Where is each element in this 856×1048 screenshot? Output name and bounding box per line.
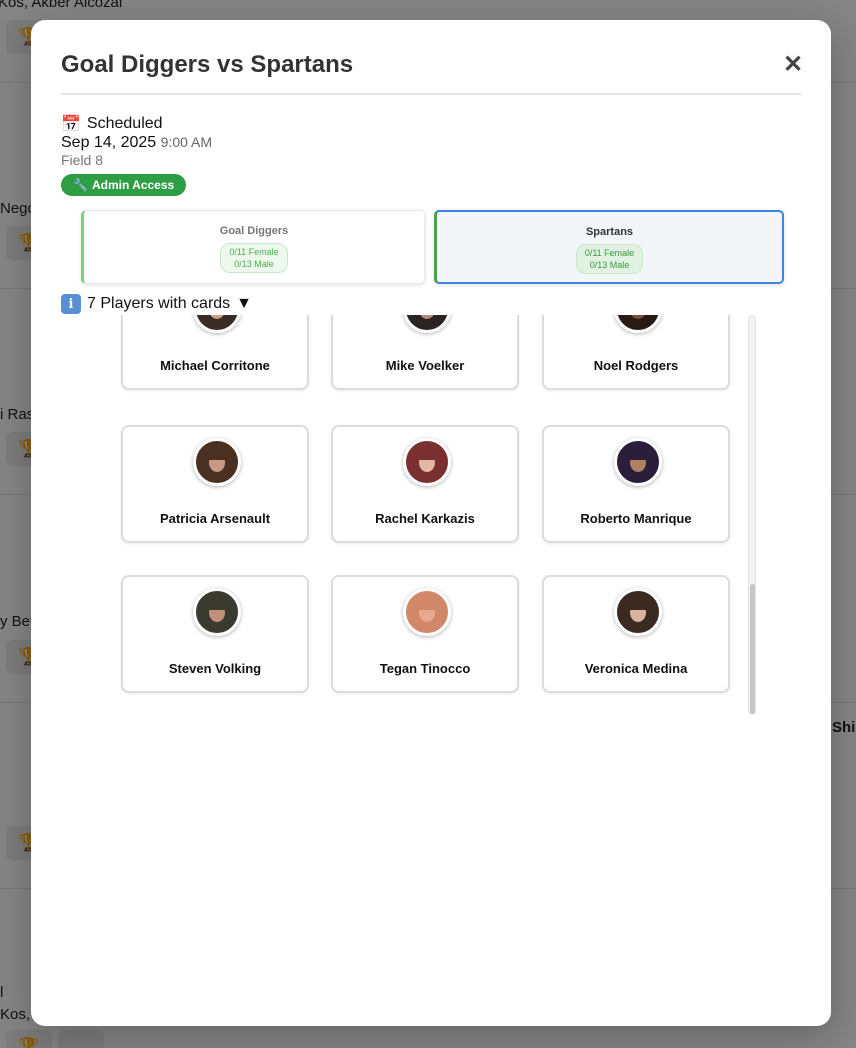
player-name: Steven Volking — [168, 661, 262, 676]
admin-access-badge[interactable]: 🔧 Admin Access — [61, 174, 187, 196]
player-name: Veronica Medina — [584, 661, 688, 676]
player-name: Patricia Arsenault — [159, 511, 271, 526]
player-name: Roberto Manrique — [580, 511, 692, 526]
team-tab-goal-diggers[interactable]: Goal Diggers 0/11 Female 0/13 Male — [81, 210, 425, 284]
match-status: 📅 Scheduled — [61, 114, 163, 134]
wrench-icon: 🔧 — [73, 178, 88, 192]
close-icon[interactable]: ✕ — [783, 53, 803, 77]
female-count: 0/11 Female — [584, 248, 635, 258]
avatar — [193, 315, 241, 333]
team-gender-counts: 0/11 Female 0/13 Male — [575, 244, 644, 274]
match-time: 9:00 AM — [160, 134, 213, 150]
avatar — [614, 588, 662, 636]
player-card[interactable]: Rachel Karkazis — [331, 425, 519, 543]
avatar — [403, 588, 451, 636]
match-field: Field 8 — [61, 152, 104, 168]
match-date: Sep 14, 2025 — [61, 134, 157, 151]
info-icon: i — [61, 294, 81, 314]
player-name: Tegan Tinocco — [379, 661, 471, 676]
male-count: 0/13 Male — [234, 259, 274, 269]
player-name: Mike Voelker — [385, 358, 465, 373]
avatar — [403, 315, 451, 333]
male-count: 0/13 Male — [589, 260, 630, 270]
players-toggle-label: 7 Players with cards — [87, 295, 231, 312]
scrollbar-thumb[interactable] — [750, 584, 755, 714]
player-name: Rachel Karkazis — [375, 511, 475, 526]
calendar-icon: 📅 — [61, 116, 81, 133]
caret-down-icon: ▼ — [236, 295, 253, 312]
team-tab-spartans[interactable]: Spartans 0/11 Female 0/13 Male — [434, 210, 784, 284]
player-card[interactable]: Patricia Arsenault — [121, 425, 309, 543]
female-count: 0/11 Female — [229, 247, 279, 257]
match-datetime: Sep 14, 2025 9:00 AM — [61, 134, 212, 152]
avatar — [403, 438, 451, 486]
player-name: Michael Corritone — [160, 358, 270, 373]
players-with-cards-toggle[interactable]: i 7 Players with cards ▼ — [61, 294, 252, 314]
avatar — [193, 438, 241, 486]
player-grid: Michael Corritone Mike Voelker Noel Rodg… — [111, 315, 771, 715]
player-card[interactable]: Tegan Tinocco — [331, 575, 519, 693]
modal-title: Goal Diggers vs Spartans — [61, 51, 354, 78]
team-name: Goal Diggers — [219, 225, 289, 237]
player-card[interactable]: Roberto Manrique — [542, 425, 730, 543]
player-card[interactable]: Mike Voelker — [331, 315, 519, 390]
avatar — [614, 315, 662, 333]
match-modal: Goal Diggers vs Spartans ✕ 📅 Scheduled S… — [31, 20, 831, 1026]
player-card[interactable]: Steven Volking — [121, 575, 309, 693]
status-label: Scheduled — [86, 115, 163, 132]
avatar — [614, 438, 662, 486]
team-name: Spartans — [585, 226, 634, 238]
player-list-scrollbar[interactable] — [748, 315, 756, 715]
avatar — [193, 588, 241, 636]
title-divider — [61, 93, 801, 95]
player-name: Noel Rodgers — [593, 358, 679, 373]
player-card[interactable]: Veronica Medina — [542, 575, 730, 693]
player-card[interactable]: Noel Rodgers — [542, 315, 730, 390]
team-gender-counts: 0/11 Female 0/13 Male — [220, 243, 288, 273]
player-card[interactable]: Michael Corritone — [121, 315, 309, 390]
admin-access-label: Admin Access — [91, 178, 175, 192]
